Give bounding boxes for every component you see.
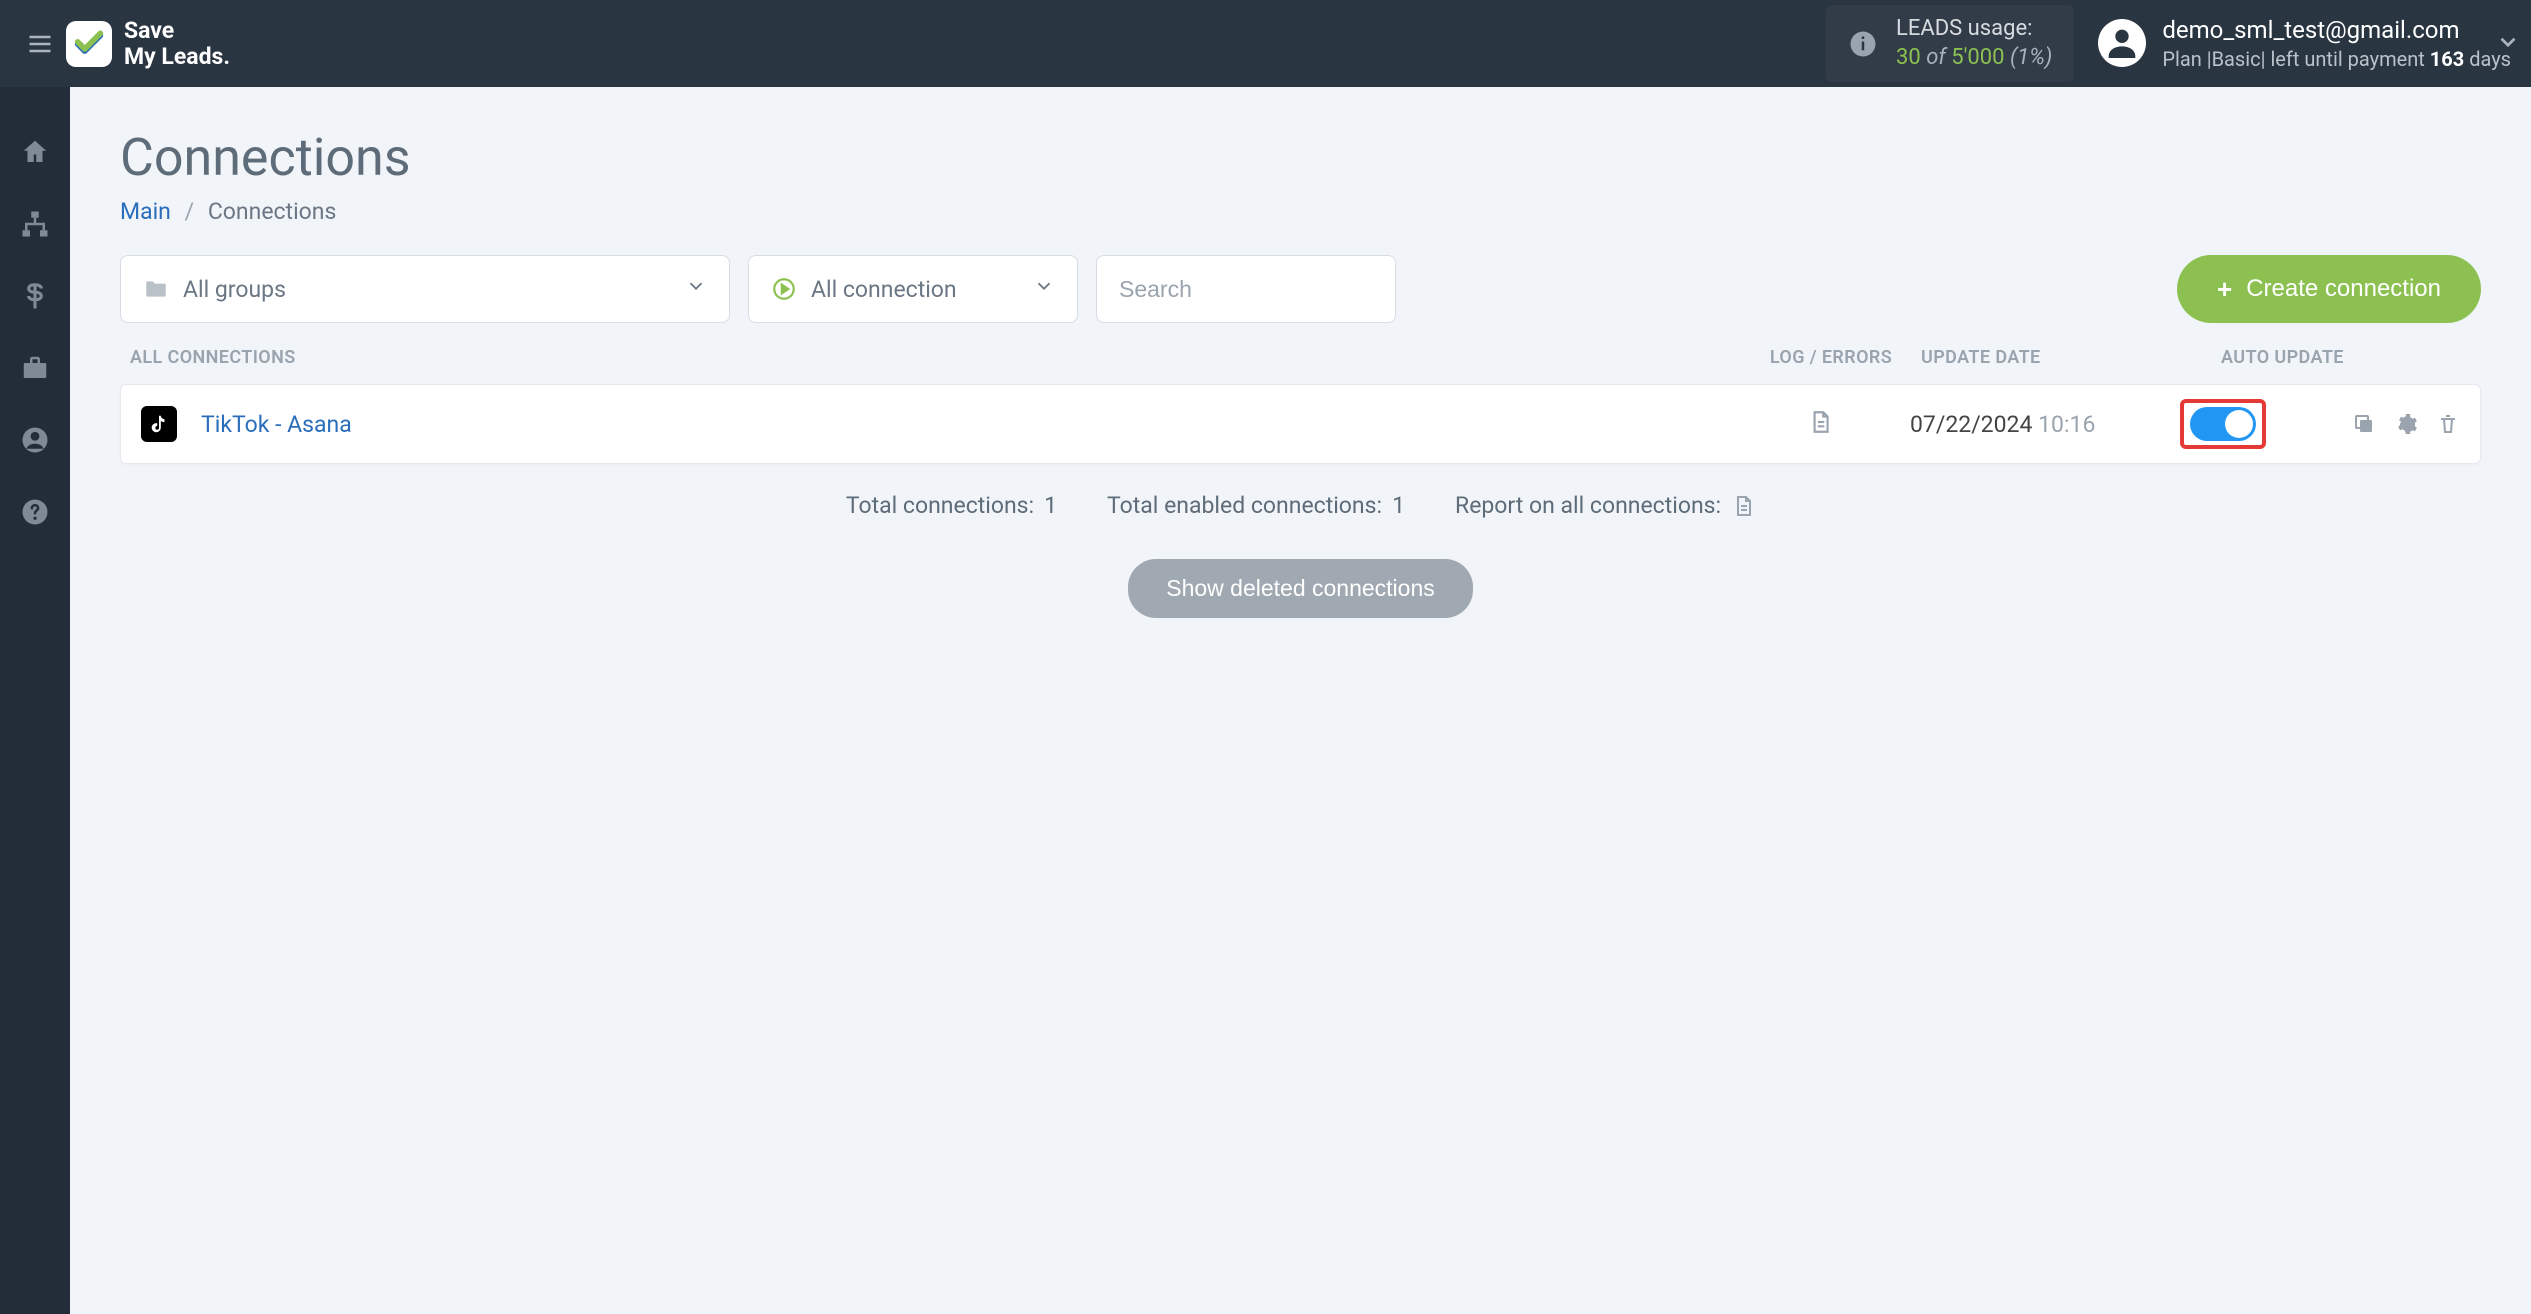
breadcrumb-main-link[interactable]: Main — [120, 198, 171, 225]
gear-icon — [2394, 412, 2418, 436]
stats-row: Total connections: 1 Total enabled conne… — [120, 492, 2481, 519]
document-icon — [1807, 409, 1833, 435]
brand-logo[interactable]: Save My Leads. — [66, 18, 230, 69]
total-connections: Total connections: 1 — [846, 492, 1057, 519]
home-icon — [20, 137, 50, 167]
settings-button[interactable] — [2394, 412, 2418, 436]
highlight-box — [2180, 399, 2266, 449]
col-auto-update: AUTO UPDATE — [2191, 347, 2471, 368]
col-update-date: UPDATE DATE — [1921, 347, 2191, 368]
user-info: demo_sml_test@gmail.com Plan |Basic| lef… — [2162, 14, 2511, 73]
show-deleted-button[interactable]: Show deleted connections — [1128, 559, 1473, 618]
connection-update-date: 07/22/2024 10:16 — [1910, 411, 2180, 438]
avatar — [2098, 19, 2146, 67]
info-icon — [1848, 29, 1878, 59]
filters-row: All groups All connection + Create conne… — [120, 255, 2481, 323]
show-deleted-wrap: Show deleted connections — [120, 559, 2481, 618]
status-select-label: All connection — [811, 276, 957, 303]
groups-select[interactable]: All groups — [120, 255, 730, 323]
leads-usage-badge[interactable]: LEADS usage: 30 of 5'000 (1%) — [1826, 5, 2074, 82]
tiktok-icon — [141, 406, 177, 442]
create-connection-label: Create connection — [2246, 275, 2441, 303]
col-log-errors: LOG / ERRORS — [1741, 347, 1921, 368]
chevron-down-icon[interactable] — [2495, 29, 2521, 59]
user-email: demo_sml_test@gmail.com — [2162, 14, 2511, 46]
user-icon — [2102, 23, 2142, 63]
connection-link[interactable]: TikTok - Asana — [201, 411, 352, 438]
search-input[interactable] — [1119, 276, 1373, 303]
chevron-down-icon — [1033, 275, 1055, 303]
user-circle-icon — [20, 425, 50, 455]
hamburger-icon — [26, 30, 54, 58]
sidebar-item-account[interactable] — [20, 425, 50, 455]
sitemap-icon — [20, 209, 50, 239]
folder-icon — [143, 276, 169, 302]
breadcrumb: Main / Connections — [120, 198, 2481, 225]
play-circle-icon — [771, 276, 797, 302]
search-input-wrap[interactable] — [1096, 255, 1396, 323]
sidebar — [0, 87, 70, 1314]
sidebar-item-billing[interactable] — [20, 281, 50, 311]
connection-actions — [2320, 412, 2460, 436]
sidebar-item-tools[interactable] — [20, 353, 50, 383]
leads-usage-text: LEADS usage: 30 of 5'000 (1%) — [1896, 15, 2052, 72]
page-title: Connections — [120, 127, 2481, 188]
auto-update-toggle[interactable] — [2190, 407, 2256, 441]
question-icon — [20, 497, 50, 527]
sidebar-item-home[interactable] — [20, 137, 50, 167]
chevron-down-icon — [685, 275, 707, 303]
connection-name: TikTok - Asana — [201, 411, 1730, 438]
breadcrumb-current: Connections — [208, 198, 337, 225]
user-plan: Plan |Basic| left until payment 163 days — [2162, 46, 2511, 73]
report-all-connections: Report on all connections: — [1455, 492, 1755, 519]
trash-icon — [2436, 412, 2460, 436]
connection-row: TikTok - Asana 07/22/2024 10:16 — [120, 384, 2481, 464]
menu-toggle-button[interactable] — [20, 30, 60, 58]
checkmark-icon — [72, 27, 106, 61]
main-content: Connections Main / Connections All group… — [70, 87, 2531, 1314]
connection-auto-update — [2180, 399, 2320, 449]
breadcrumb-separator: / — [185, 198, 195, 225]
toggle-knob — [2225, 410, 2253, 438]
copy-icon — [2352, 412, 2376, 436]
user-menu[interactable]: demo_sml_test@gmail.com Plan |Basic| lef… — [2098, 14, 2511, 73]
copy-button[interactable] — [2352, 412, 2376, 436]
dollar-icon — [20, 281, 50, 311]
sidebar-item-connections[interactable] — [20, 209, 50, 239]
sidebar-item-help[interactable] — [20, 497, 50, 527]
report-button[interactable] — [1731, 494, 1755, 518]
logo-icon — [66, 21, 112, 67]
app-header: Save My Leads. LEADS usage: 30 of 5'000 … — [0, 0, 2531, 87]
document-icon — [1731, 494, 1755, 518]
table-header: ALL CONNECTIONS LOG / ERRORS UPDATE DATE… — [120, 347, 2481, 384]
status-select[interactable]: All connection — [748, 255, 1078, 323]
brand-name: Save My Leads. — [124, 18, 230, 69]
delete-button[interactable] — [2436, 412, 2460, 436]
connection-log-button[interactable] — [1730, 409, 1910, 439]
col-all-connections: ALL CONNECTIONS — [130, 347, 1741, 368]
briefcase-icon — [20, 353, 50, 383]
total-enabled-connections: Total enabled connections: 1 — [1107, 492, 1405, 519]
groups-select-label: All groups — [183, 276, 286, 303]
create-connection-button[interactable]: + Create connection — [2177, 255, 2481, 323]
plus-icon: + — [2217, 274, 2232, 305]
